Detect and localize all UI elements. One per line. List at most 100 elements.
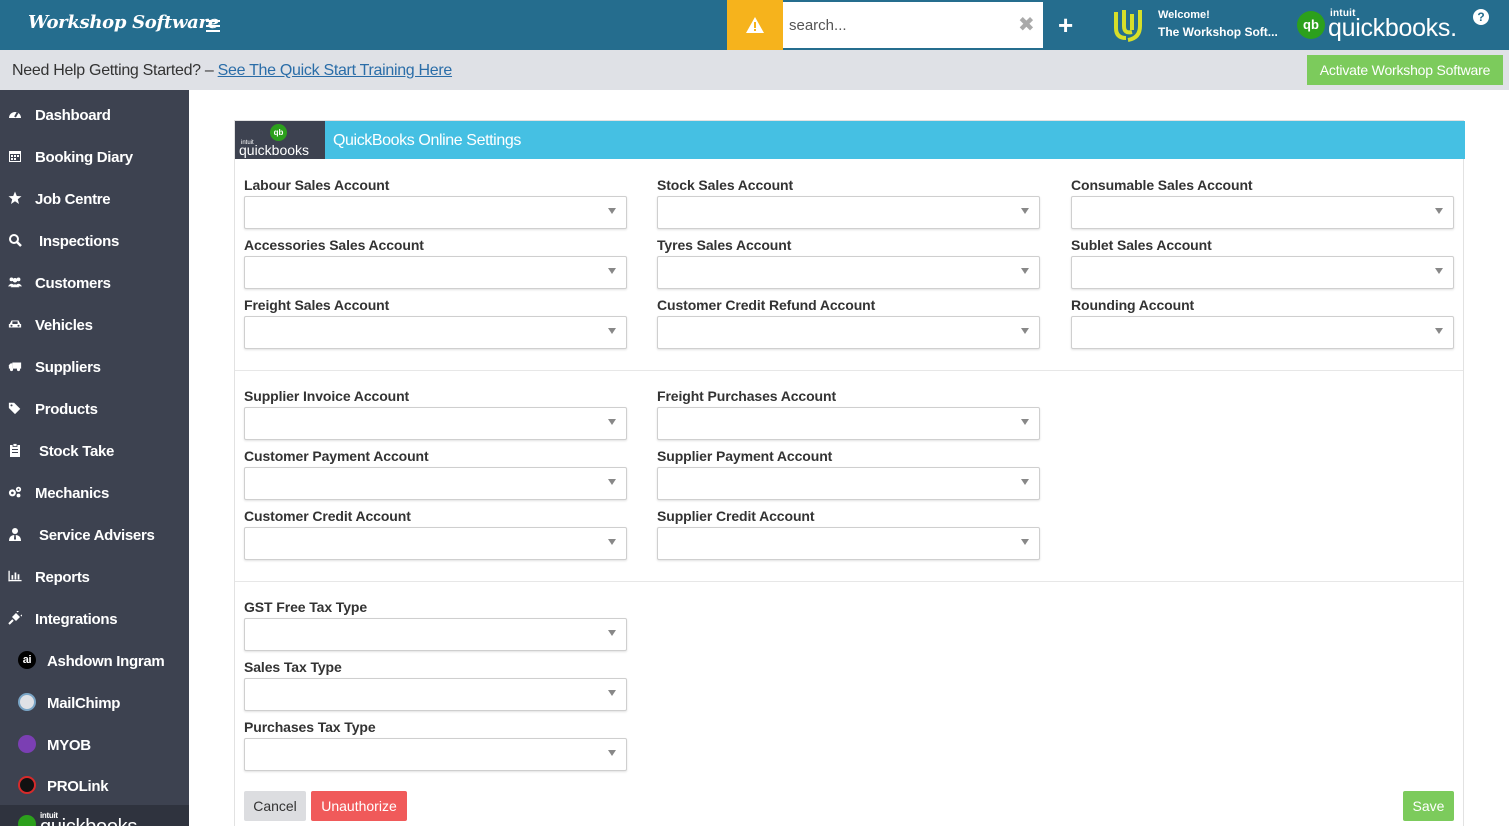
help-prompt: Need Help Getting Started? – [12, 62, 218, 79]
caret-down-icon [1021, 208, 1029, 214]
section-divider [235, 370, 1463, 371]
sidebar-item-integrations[interactable]: Integrations [0, 597, 189, 639]
tyres-sales-account-select[interactable] [657, 256, 1040, 289]
caret-down-icon [1021, 539, 1029, 545]
unauthorize-button[interactable]: Unauthorize [311, 791, 407, 821]
rounding-account-select[interactable] [1071, 316, 1454, 349]
section-divider [235, 581, 1463, 582]
sidebar-item-ashdown-ingram[interactable]: ai Ashdown Ingram [0, 639, 189, 681]
freight-purchases-account-select[interactable] [657, 407, 1040, 440]
sales-tax-type-select[interactable] [244, 678, 627, 711]
caret-down-icon [608, 690, 616, 696]
users-icon [8, 277, 22, 288]
mailchimp-logo-icon [18, 693, 36, 711]
sidebar-item-vehicles[interactable]: Vehicles [0, 303, 189, 345]
labour-sales-account-select[interactable] [244, 196, 627, 229]
caret-down-icon [608, 750, 616, 756]
myob-logo-icon [18, 735, 36, 753]
brand-logo[interactable]: Workshop Software [28, 12, 219, 33]
caret-down-icon [608, 479, 616, 485]
search-box: ✖ [783, 2, 1043, 48]
caret-down-icon [608, 419, 616, 425]
purchases-tax-type-select[interactable] [244, 738, 627, 771]
supplier-invoice-account-label: Supplier Invoice Account [244, 388, 410, 404]
sidebar-item-label: Dashboard [35, 107, 111, 124]
caret-down-icon [1021, 479, 1029, 485]
sidebar-item-dashboard[interactable]: Dashboard [0, 93, 189, 135]
sidebar-item-label: MYOB [47, 737, 91, 754]
freight-purchases-account-label: Freight Purchases Account [657, 388, 837, 404]
panel-header: qb intuit quickbooks QuickBooks Online S… [235, 121, 1465, 159]
caret-down-icon [1435, 328, 1443, 334]
star-icon [8, 191, 22, 204]
add-icon[interactable]: + [1058, 12, 1073, 38]
sidebar-item-myob[interactable]: MYOB [0, 723, 189, 765]
customer-payment-account-select[interactable] [244, 467, 627, 500]
save-button[interactable]: Save [1403, 791, 1454, 821]
sidebar-item-label: Stock Take [39, 443, 115, 460]
help-bar: Need Help Getting Started? – See The Qui… [0, 50, 1509, 90]
caret-down-icon [608, 208, 616, 214]
company-logo-icon [1108, 6, 1148, 49]
sidebar-item-mailchimp[interactable]: MailChimp [0, 681, 189, 723]
sidebar: Dashboard Booking Diary Job Centre Inspe… [0, 90, 189, 826]
customer-payment-account-label: Customer Payment Account [244, 448, 429, 464]
caret-down-icon [1435, 208, 1443, 214]
activate-button[interactable]: Activate Workshop Software [1307, 55, 1503, 85]
supplier-invoice-account-select[interactable] [244, 407, 627, 440]
freight-sales-account-select[interactable] [244, 316, 627, 349]
sidebar-item-products[interactable]: Products [0, 387, 189, 429]
ashdown-ingram-logo-icon: ai [18, 651, 36, 669]
quick-start-link[interactable]: See The Quick Start Training Here [218, 62, 453, 79]
gst-free-tax-type-select[interactable] [244, 618, 627, 651]
sidebar-item-service-advisers[interactable]: Service Advisers [0, 513, 189, 555]
sidebar-item-quickbooks[interactable]: intuit quickbooks [0, 805, 189, 826]
sidebar-item-inspections[interactable]: Inspections [0, 219, 189, 261]
sublet-sales-account-select[interactable] [1071, 256, 1454, 289]
stock-sales-account-label: Stock Sales Account [657, 177, 794, 193]
consumable-sales-account-select[interactable] [1071, 196, 1454, 229]
customer-credit-account-select[interactable] [244, 527, 627, 560]
menu-toggle-icon[interactable] [200, 12, 226, 38]
search-input[interactable] [783, 2, 1013, 48]
quickbooks-logo: qb intuit quickbooks [235, 121, 325, 159]
sales-tax-type-label: Sales Tax Type [244, 659, 342, 675]
tyres-sales-account-label: Tyres Sales Account [657, 237, 792, 253]
close-icon[interactable]: ✖ [1018, 15, 1035, 35]
labour-sales-account-label: Labour Sales Account [244, 177, 390, 193]
help-icon[interactable]: ? [1473, 9, 1489, 25]
freight-sales-account-label: Freight Sales Account [244, 297, 390, 313]
accessories-sales-account-label: Accessories Sales Account [244, 237, 424, 253]
sidebar-item-label: Vehicles [35, 317, 93, 334]
sidebar-item-customers[interactable]: Customers [0, 261, 189, 303]
sidebar-item-suppliers[interactable]: Suppliers [0, 345, 189, 387]
customer-credit-refund-account-label: Customer Credit Refund Account [657, 297, 876, 313]
dashboard-icon [9, 112, 21, 118]
caret-down-icon [1435, 268, 1443, 274]
user-tie-icon [9, 528, 21, 541]
user-name[interactable]: The Workshop Soft... [1158, 25, 1278, 39]
rounding-account-label: Rounding Account [1071, 297, 1195, 313]
supplier-credit-account-select[interactable] [657, 527, 1040, 560]
sidebar-item-booking-diary[interactable]: Booking Diary [0, 135, 189, 177]
stock-sales-account-select[interactable] [657, 196, 1040, 229]
sidebar-item-reports[interactable]: Reports [0, 555, 189, 597]
cogs-icon [8, 486, 22, 498]
quickbooks-text: quickbooks [40, 816, 137, 826]
sidebar-item-job-centre[interactable]: Job Centre [0, 177, 189, 219]
sidebar-item-stock-take[interactable]: Stock Take [0, 429, 189, 471]
supplier-credit-account-label: Supplier Credit Account [657, 508, 815, 524]
accessories-sales-account-select[interactable] [244, 256, 627, 289]
cancel-button[interactable]: Cancel [244, 791, 306, 821]
sidebar-item-mechanics[interactable]: Mechanics [0, 471, 189, 513]
bar-chart-icon [8, 570, 22, 582]
sidebar-item-label: Reports [35, 569, 90, 586]
supplier-payment-account-select[interactable] [657, 467, 1040, 500]
sidebar-item-label: Service Advisers [39, 527, 155, 544]
customer-credit-refund-account-select[interactable] [657, 316, 1040, 349]
car-icon [8, 320, 22, 328]
welcome-text: Welcome! [1158, 9, 1210, 21]
sidebar-item-prolink[interactable]: PROLink [0, 764, 189, 806]
quickbooks-mark-icon: qb [1297, 11, 1325, 39]
warning-button[interactable] [727, 0, 783, 50]
